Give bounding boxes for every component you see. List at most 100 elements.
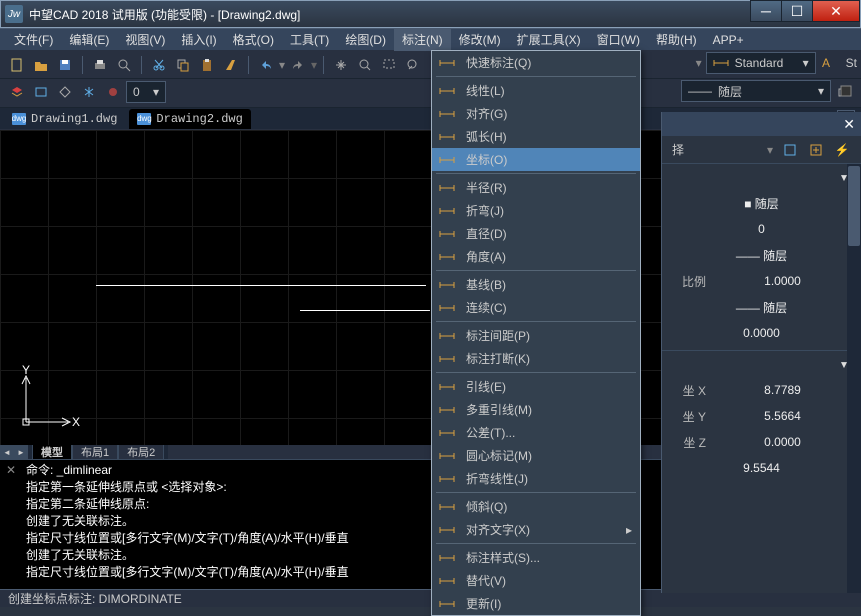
menu-item[interactable]: 多重引线(M): [432, 398, 640, 421]
lightning-icon[interactable]: ⚡: [833, 141, 851, 159]
cut-icon[interactable]: [148, 54, 170, 76]
pickadd-icon[interactable]: [807, 141, 825, 159]
menu-item[interactable]: 折弯(J): [432, 199, 640, 222]
property-row[interactable]: 比例1.0000: [662, 268, 861, 294]
prop-value: 5.5664: [714, 409, 851, 423]
menu-item[interactable]: 窗口(W): [589, 28, 648, 51]
menu-item[interactable]: 倾斜(Q): [432, 495, 640, 518]
menu-item[interactable]: 半径(R): [432, 176, 640, 199]
dim-icon: [438, 550, 456, 566]
status-text: 创建坐标点标注: DIMORDINATE: [8, 590, 182, 607]
menu-item[interactable]: 标注打断(K): [432, 347, 640, 370]
color-picker-icon[interactable]: [835, 80, 857, 102]
pan-icon[interactable]: [330, 54, 352, 76]
property-row[interactable]: ■ 随层: [662, 190, 861, 216]
menu-item[interactable]: 公差(T)...: [432, 421, 640, 444]
menu-label: 标注打断(K): [466, 350, 632, 367]
layer-off-icon[interactable]: [102, 81, 124, 103]
linetype-combo[interactable]: ——随层 ▾: [681, 80, 831, 102]
menu-item[interactable]: 替代(V): [432, 569, 640, 592]
match-icon[interactable]: [220, 54, 242, 76]
section-geometry-toggle[interactable]: ▴: [662, 355, 861, 377]
menu-item[interactable]: 编辑(E): [61, 28, 117, 51]
zoom-window-icon[interactable]: [378, 54, 400, 76]
menu-item[interactable]: 折弯线性(J): [432, 467, 640, 490]
menu-label: 快速标注(Q): [466, 54, 632, 71]
menu-item[interactable]: 标注(N): [394, 28, 451, 51]
menu-item[interactable]: 文件(F): [6, 28, 61, 51]
menu-item[interactable]: 直径(D): [432, 222, 640, 245]
dim-icon: [438, 152, 456, 168]
menu-item[interactable]: 工具(T): [282, 28, 337, 51]
cmdwin-close-icon[interactable]: ✕: [6, 463, 16, 477]
layer-iso-icon[interactable]: [54, 81, 76, 103]
layer-states-icon[interactable]: [30, 81, 52, 103]
menu-item[interactable]: 引线(E): [432, 375, 640, 398]
dim-icon: [438, 226, 456, 242]
preview-icon[interactable]: [113, 54, 135, 76]
zoom-prev-icon[interactable]: [402, 54, 424, 76]
close-button[interactable]: ✕: [812, 0, 860, 22]
menu-item[interactable]: 线性(L): [432, 79, 640, 102]
property-row[interactable]: 9.5544: [662, 455, 861, 481]
window-titlebar: Jw 中望CAD 2018 试用版 (功能受限) - [Drawing2.dwg…: [0, 0, 861, 28]
menu-item[interactable]: 对齐文字(X)▸: [432, 518, 640, 541]
layer-manager-icon[interactable]: [6, 81, 28, 103]
menu-item[interactable]: 标注样式(S)...: [432, 546, 640, 569]
menu-item[interactable]: 坐标(O): [432, 148, 640, 171]
redo-icon[interactable]: [287, 54, 309, 76]
dimstyle-combo[interactable]: Standard ▾: [706, 52, 816, 74]
property-row[interactable]: 坐 Z0.0000: [662, 429, 861, 455]
menu-label: 标注样式(S)...: [466, 549, 632, 566]
layer-freeze-icon[interactable]: [78, 81, 100, 103]
menu-item[interactable]: 扩展工具(X): [509, 28, 589, 51]
menu-item[interactable]: 快速标注(Q): [432, 51, 640, 74]
copy-icon[interactable]: [172, 54, 194, 76]
property-row[interactable]: 坐 Y5.5664: [662, 403, 861, 429]
zoom-icon[interactable]: [354, 54, 376, 76]
menu-item[interactable]: 圆心标记(M): [432, 444, 640, 467]
menu-item[interactable]: 视图(V): [117, 28, 173, 51]
document-tab[interactable]: dwgDrawing1.dwg: [4, 109, 125, 129]
panel-close-icon[interactable]: ✕: [843, 116, 855, 133]
property-row[interactable]: 0: [662, 216, 861, 242]
menu-item[interactable]: 帮助(H): [648, 28, 705, 51]
document-tab[interactable]: dwgDrawing2.dwg: [129, 109, 250, 129]
menu-label: 折弯(J): [466, 202, 632, 219]
property-row[interactable]: —— 随层: [662, 242, 861, 268]
menu-label: 更新(I): [466, 595, 632, 612]
menu-item[interactable]: 连续(C): [432, 296, 640, 319]
menu-item[interactable]: 插入(I): [173, 28, 224, 51]
menu-label: 对齐(G): [466, 105, 632, 122]
maximize-button[interactable]: ☐: [781, 0, 813, 22]
menu-item[interactable]: 角度(A): [432, 245, 640, 268]
new-icon[interactable]: [6, 54, 28, 76]
menu-item[interactable]: 修改(M): [451, 28, 509, 51]
dim-icon: [438, 203, 456, 219]
property-row[interactable]: 0.0000: [662, 320, 861, 346]
menu-bar: 文件(F)编辑(E)视图(V)插入(I)格式(O)工具(T)绘图(D)标注(N)…: [0, 28, 861, 50]
layer-combo[interactable]: 0▾: [126, 81, 166, 103]
menu-item[interactable]: 标注间距(P): [432, 324, 640, 347]
menu-item[interactable]: 绘图(D): [337, 28, 394, 51]
textstyle-icon[interactable]: A: [820, 52, 842, 74]
menu-item[interactable]: 基线(B): [432, 273, 640, 296]
undo-icon[interactable]: [255, 54, 277, 76]
property-row[interactable]: 坐 X8.7789: [662, 377, 861, 403]
menu-item[interactable]: 更新(I): [432, 592, 640, 615]
section-general-toggle[interactable]: ▴: [662, 168, 861, 190]
panel-scrollbar[interactable]: [847, 164, 861, 593]
print-icon[interactable]: [89, 54, 111, 76]
open-icon[interactable]: [30, 54, 52, 76]
minimize-button[interactable]: ─: [750, 0, 782, 22]
property-row[interactable]: —— 随层: [662, 294, 861, 320]
dimstyle-value: Standard: [735, 56, 784, 70]
paste-icon[interactable]: [196, 54, 218, 76]
menu-item[interactable]: APP+: [705, 30, 752, 50]
menu-item[interactable]: 格式(O): [225, 28, 282, 51]
save-icon[interactable]: [54, 54, 76, 76]
quickselect-icon[interactable]: [781, 141, 799, 159]
menu-item[interactable]: 弧长(H): [432, 125, 640, 148]
prop-key: 坐 Z: [672, 434, 714, 451]
menu-item[interactable]: 对齐(G): [432, 102, 640, 125]
